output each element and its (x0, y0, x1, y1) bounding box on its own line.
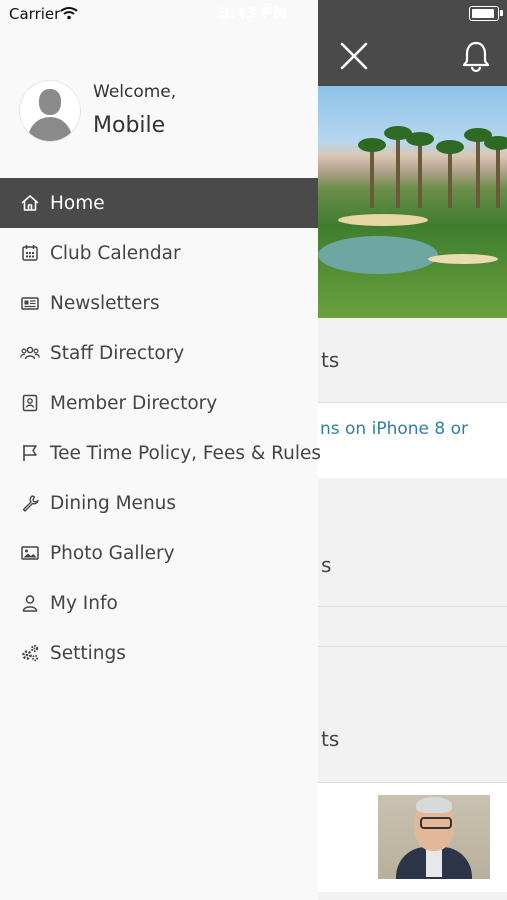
news-row[interactable] (318, 402, 507, 478)
menu-item-label: Dining Menus (50, 492, 177, 514)
users-icon (20, 343, 40, 363)
menu-item-member-directory[interactable]: Member Directory (0, 378, 318, 428)
menu-item-settings[interactable]: Settings (0, 628, 318, 678)
menu-item-club-calendar[interactable]: Club Calendar (0, 228, 318, 278)
calendar-icon (20, 243, 40, 263)
menu-item-label: Tee Time Policy, Fees & Rules (50, 442, 322, 464)
home-icon (20, 193, 40, 213)
menu-list: Home Club Calendar Newsletters Staff Dir… (0, 178, 322, 678)
clock: 3:43 PM (219, 4, 288, 22)
user-icon (20, 593, 40, 613)
menu-item-photo-gallery[interactable]: Photo Gallery (0, 528, 318, 578)
section-heading-fragment: ts (321, 348, 340, 372)
menu-item-home[interactable]: Home (0, 178, 318, 228)
contact-card-icon (20, 393, 40, 413)
golf-course-banner-image (318, 86, 507, 318)
menu-item-tee-time-policy[interactable]: Tee Time Policy, Fees & Rules (0, 428, 322, 478)
news-link-fragment[interactable]: ns on iPhone 8 or (320, 419, 468, 439)
battery-icon (469, 6, 503, 21)
flag-icon (20, 443, 40, 463)
staff-photo (378, 795, 490, 879)
menu-item-label: Photo Gallery (50, 542, 175, 564)
section-heading-fragment: ts (321, 727, 340, 751)
menu-item-label: Newsletters (50, 292, 160, 314)
image-icon (20, 543, 40, 563)
close-icon[interactable] (336, 38, 372, 74)
menu-item-label: Home (50, 192, 105, 214)
newspaper-icon (20, 293, 40, 313)
menu-item-dining-menus[interactable]: Dining Menus (0, 478, 318, 528)
bell-icon[interactable] (458, 38, 494, 74)
menu-item-label: Member Directory (50, 392, 218, 414)
avatar[interactable] (20, 81, 80, 141)
menu-item-staff-directory[interactable]: Staff Directory (0, 328, 318, 378)
wrench-icon (20, 493, 40, 513)
welcome-label: Welcome, (93, 82, 177, 102)
menu-item-label: Staff Directory (50, 342, 185, 364)
status-bar: Carrier 3:43 PM (0, 0, 507, 26)
navigation-drawer: Welcome, Mobile Home Club Calendar Newsl… (0, 0, 322, 900)
menu-item-newsletters[interactable]: Newsletters (0, 278, 318, 328)
menu-item-label: Settings (50, 642, 126, 664)
menu-item-my-info[interactable]: My Info (0, 578, 318, 628)
menu-item-label: My Info (50, 592, 118, 614)
section-heading-fragment: s (321, 553, 332, 577)
gears-icon (20, 643, 40, 663)
menu-item-label: Club Calendar (50, 242, 181, 264)
user-name: Mobile (93, 113, 166, 138)
